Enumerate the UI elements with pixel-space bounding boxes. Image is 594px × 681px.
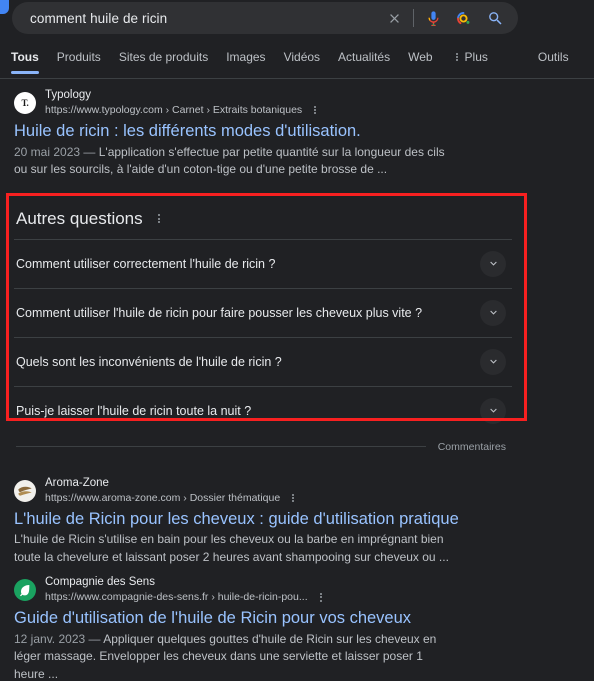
result-title-link[interactable]: Guide d'utilisation de l'huile de Ricin …: [14, 608, 411, 629]
chevron-down-icon[interactable]: [480, 348, 506, 375]
tab-videos[interactable]: Vidéos: [284, 48, 320, 74]
tab-actualites[interactable]: Actualités: [338, 48, 390, 74]
site-url: https://www.compagnie-des-sens.fr › huil…: [45, 591, 308, 604]
site-url: https://www.aroma-zone.com › Dossier thé…: [45, 491, 281, 504]
paa-question-item[interactable]: Comment utiliser l'huile de ricin pour f…: [14, 289, 512, 338]
feedback-link[interactable]: Commentaires: [438, 441, 506, 453]
search-result-compagnie-des-sens: Compagnie des Sens https://www.compagnie…: [0, 576, 594, 681]
microphone-icon[interactable]: [422, 7, 444, 29]
site-name: Compagnie des Sens: [45, 576, 155, 589]
paa-title-row: Autres questions: [14, 209, 512, 239]
more-vertical-icon[interactable]: [287, 491, 299, 505]
aroma-zone-logo-icon: [18, 486, 32, 496]
more-vertical-icon[interactable]: [153, 212, 165, 226]
paa-question-list: Comment utiliser correctement l'huile de…: [14, 238, 512, 435]
tab-sites-de-produits[interactable]: Sites de produits: [119, 48, 208, 74]
more-vertical-icon[interactable]: [309, 103, 321, 117]
site-name: Typology: [45, 89, 92, 101]
site-meta: Compagnie des Sens https://www.compagnie…: [45, 576, 329, 604]
paa-question-text: Comment utiliser l'huile de ricin pour f…: [16, 305, 423, 320]
result-snippet: 20 mai 2023 — L'application s'effectue p…: [14, 144, 452, 179]
search-input[interactable]: [30, 10, 383, 26]
chevron-down-icon[interactable]: [480, 299, 506, 326]
nav-tabs: Tous Produits Sites de produits Images V…: [0, 48, 594, 79]
url-row: https://www.aroma-zone.com › Dossier thé…: [45, 491, 301, 505]
search-box[interactable]: [12, 2, 518, 34]
site-name: Aroma-Zone: [45, 476, 109, 489]
favicon-compagnie-des-sens: [14, 579, 36, 602]
result-header: T. Typology https://www.typology.com › C…: [14, 89, 580, 117]
search-icon[interactable]: [484, 7, 506, 29]
more-vertical-icon[interactable]: [315, 590, 327, 604]
divider: [16, 446, 426, 448]
tab-images[interactable]: Images: [226, 48, 265, 74]
result-header: Compagnie des Sens https://www.compagnie…: [14, 576, 580, 604]
paa-question-text: Quels sont les inconvénients de l'huile …: [16, 354, 282, 369]
site-meta: Aroma-Zone https://www.aroma-zone.com › …: [45, 477, 301, 505]
search-header: [0, 0, 594, 48]
result-title-link[interactable]: Huile de ricin : les différents modes d'…: [14, 121, 361, 142]
paa-question-item[interactable]: Comment utiliser correctement l'huile de…: [14, 240, 512, 289]
url-row: https://www.typology.com › Carnet › Extr…: [45, 103, 323, 117]
tab-produits[interactable]: Produits: [57, 48, 101, 74]
tab-outils[interactable]: Outils: [538, 48, 569, 74]
paa-question-item[interactable]: Puis-je laisser l'huile de ricin toute l…: [14, 387, 512, 435]
chevron-down-icon[interactable]: [480, 250, 506, 277]
people-also-ask-section: Autres questions Comment utiliser correc…: [0, 192, 594, 463]
leaf-icon: [20, 585, 30, 597]
site-meta: Typology https://www.typology.com › Carn…: [45, 89, 323, 117]
favicon-typology: T.: [14, 92, 36, 115]
close-icon[interactable]: [383, 7, 405, 29]
paa-question-item[interactable]: Quels sont les inconvénients de l'huile …: [14, 338, 512, 387]
google-lens-icon[interactable]: [452, 7, 474, 29]
result-snippet: L'huile de Ricin s'utilise en bain pour …: [14, 531, 452, 566]
result-snippet: 12 janv. 2023 — Appliquer quelques goutt…: [14, 631, 452, 681]
paa-footer: Commentaires: [14, 435, 512, 463]
google-logo[interactable]: [0, 0, 9, 14]
search-divider: [413, 9, 414, 27]
paa-question-text: Comment utiliser correctement l'huile de…: [16, 256, 276, 271]
favicon-letter: T.: [21, 98, 29, 109]
tab-plus[interactable]: Plus: [451, 48, 488, 74]
more-vertical-icon: [451, 50, 463, 64]
result-snippet-text: L'huile de Ricin s'utilise en bain pour …: [14, 532, 449, 564]
paa-question-text: Puis-je laisser l'huile de ricin toute l…: [16, 403, 252, 418]
favicon-aroma-zone: [14, 479, 36, 502]
paa-title: Autres questions: [16, 208, 143, 228]
url-row: https://www.compagnie-des-sens.fr › huil…: [45, 590, 329, 604]
tab-web[interactable]: Web: [408, 48, 432, 74]
site-url: https://www.typology.com › Carnet › Extr…: [45, 104, 303, 117]
tab-tous[interactable]: Tous: [11, 48, 39, 74]
search-results: T. Typology https://www.typology.com › C…: [0, 79, 594, 681]
result-title-link[interactable]: L'huile de Ricin pour les cheveux : guid…: [14, 509, 459, 530]
tab-plus-label: Plus: [464, 50, 488, 64]
result-date: 12 janv. 2023 —: [14, 632, 101, 647]
result-header: Aroma-Zone https://www.aroma-zone.com › …: [14, 477, 580, 505]
search-result-aroma-zone: Aroma-Zone https://www.aroma-zone.com › …: [0, 477, 594, 567]
search-result-typology: T. Typology https://www.typology.com › C…: [0, 89, 594, 179]
chevron-down-icon[interactable]: [480, 397, 506, 424]
people-also-ask-card: Autres questions Comment utiliser correc…: [14, 193, 512, 463]
result-date: 20 mai 2023 —: [14, 144, 96, 159]
